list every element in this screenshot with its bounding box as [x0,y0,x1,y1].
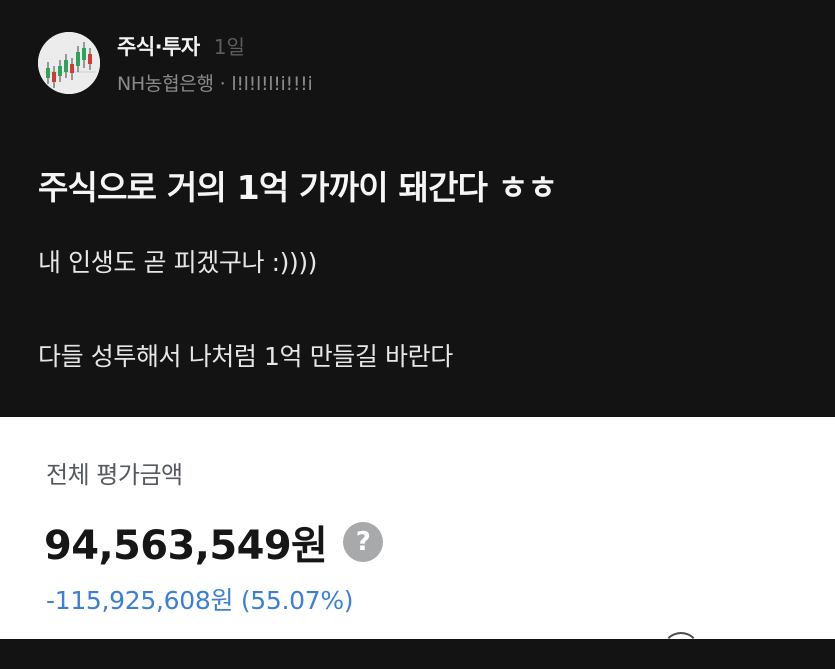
post-body-line: 다들 성투해서 나처럼 1억 만들길 바란다 [38,342,453,371]
partial-circle-icon [662,632,700,669]
post-title: 주식으로 거의 1억 가까이 돼간다 ㅎㅎ [38,168,558,207]
post-meta: 주식·투자 1일 NH농협은행 · l!l!l!l!i!!!i [117,31,313,96]
amount-row: 94,563,549원 ? [44,513,384,571]
avatar[interactable] [38,32,100,94]
author-line: NH농협은행 · l!l!l!l!i!!!i [117,69,313,96]
post-time: 1일 [213,34,245,59]
candlestick-chart-icon [38,32,100,94]
valuation-change: -115,925,608원 (55.07%) [46,586,354,615]
post-page: 주식·투자 1일 NH농협은행 · l!l!l!l!i!!!i 주식으로 거의 1억… [0,0,835,669]
total-valuation-label: 전체 평가금액 [46,461,183,489]
bottom-strip [0,639,835,669]
total-valuation-amount: 94,563,549원 [44,523,328,569]
author-company: NH농협은행 [117,72,214,95]
asset-summary-panel: 전체 평가금액 94,563,549원 ? -115,925,608원 (55.… [0,417,835,639]
author-separator: · [219,72,226,95]
post-body-line: 내 인생도 곧 피겠구나 :)))) [38,248,318,277]
question-mark-icon[interactable]: ? [343,522,384,562]
board-name[interactable]: 주식·투자 [117,31,200,61]
post-meta-top: 주식·투자 1일 [117,31,312,61]
post-header: 주식·투자 1일 NH농협은행 · l!l!l!l!i!!!i [38,30,313,96]
author-nickname[interactable]: l!l!l!l!i!!!i [231,73,312,95]
